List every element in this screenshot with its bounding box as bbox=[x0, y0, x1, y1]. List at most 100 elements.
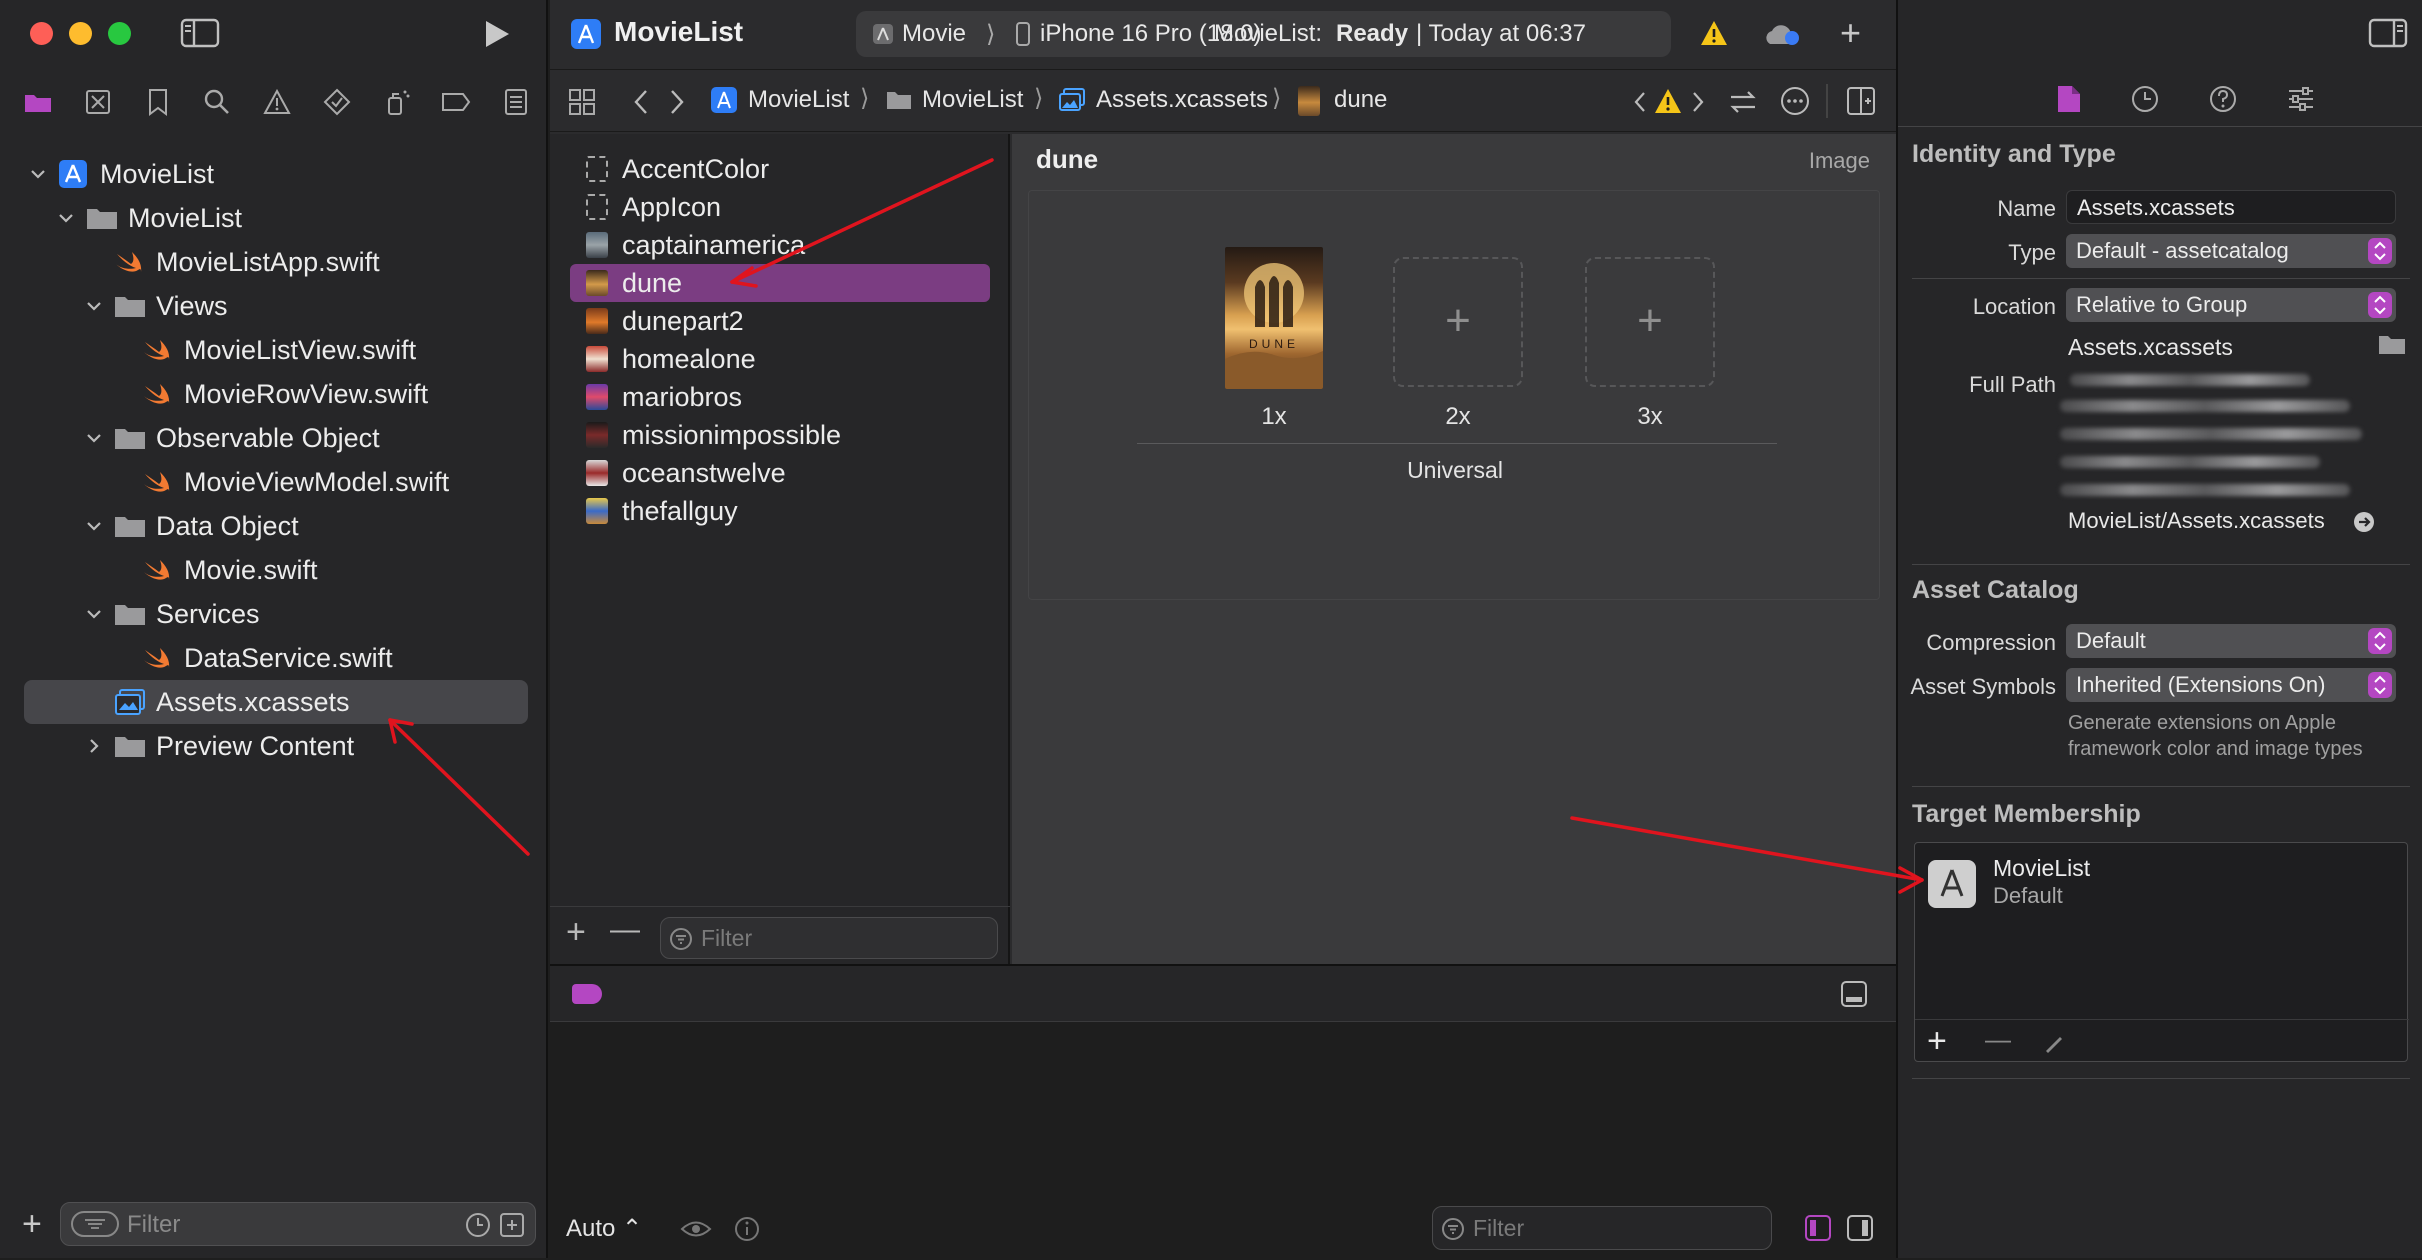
forward-chevron-icon[interactable] bbox=[668, 88, 686, 116]
asset-row[interactable]: homealone bbox=[570, 340, 990, 378]
add-asset-button[interactable]: + bbox=[566, 913, 586, 952]
report-icon[interactable] bbox=[500, 86, 532, 118]
asset-row[interactable]: dunepart2 bbox=[570, 302, 990, 340]
info-icon[interactable] bbox=[734, 1216, 760, 1242]
sidebar-toggle-icon[interactable] bbox=[180, 18, 220, 48]
tree-row-file[interactable]: Movie.swift bbox=[24, 548, 528, 592]
tree-row-file[interactable]: MovieListApp.swift bbox=[24, 240, 528, 284]
name-field[interactable]: Assets.xcassets bbox=[2066, 190, 2396, 224]
run-button[interactable] bbox=[482, 18, 512, 50]
asset-symbols-popup[interactable]: Inherited (Extensions On) bbox=[2066, 668, 2396, 702]
asset-row-selected[interactable]: dune bbox=[570, 264, 990, 302]
asset-filter-field[interactable]: Filter bbox=[660, 917, 998, 959]
tree-row-file[interactable]: MovieViewModel.swift bbox=[24, 460, 528, 504]
chevron-right-icon[interactable] bbox=[86, 738, 102, 754]
tree-row-folder[interactable]: Views bbox=[24, 284, 528, 328]
recent-files-clock-icon[interactable] bbox=[465, 1212, 491, 1238]
console-filter-field[interactable]: Filter bbox=[1432, 1206, 1772, 1250]
tree-row-file[interactable]: MovieListView.swift bbox=[24, 328, 528, 372]
asset-row[interactable]: thefallguy bbox=[570, 492, 990, 530]
remove-asset-button[interactable]: — bbox=[610, 913, 640, 947]
chevron-down-icon[interactable] bbox=[30, 166, 46, 182]
more-options-icon[interactable] bbox=[1780, 86, 1810, 116]
tree-row-folder[interactable]: Services bbox=[24, 592, 528, 636]
breadcrumb-assets[interactable]: Assets.xcassets bbox=[1096, 86, 1268, 114]
library-add-button[interactable]: + bbox=[1840, 12, 1861, 54]
asset-row[interactable]: oceanstwelve bbox=[570, 454, 990, 492]
back-chevron-icon[interactable] bbox=[632, 88, 650, 116]
add-editor-split-icon[interactable] bbox=[1846, 86, 1876, 116]
asset-row[interactable]: captainamerica bbox=[570, 226, 990, 264]
add-file-button[interactable]: + bbox=[22, 1207, 42, 1241]
chevron-down-icon[interactable] bbox=[86, 606, 102, 622]
compression-popup[interactable]: Default bbox=[2066, 624, 2396, 658]
file-inspector-icon[interactable] bbox=[2056, 84, 2082, 114]
chevron-down-icon[interactable] bbox=[86, 518, 102, 534]
scheme-selector[interactable]: Movie bbox=[902, 20, 966, 48]
image-thumbnail-icon bbox=[586, 460, 608, 486]
history-clock-icon[interactable] bbox=[2130, 84, 2160, 114]
search-icon[interactable] bbox=[201, 86, 233, 118]
eye-icon[interactable] bbox=[680, 1218, 712, 1240]
add-target-button[interactable]: + bbox=[1927, 1022, 1947, 1061]
chevron-down-icon[interactable] bbox=[58, 210, 74, 226]
chevron-down-icon[interactable] bbox=[86, 430, 102, 446]
type-popup[interactable]: Default - assetcatalog bbox=[2066, 234, 2396, 268]
next-issue-chevron-icon[interactable] bbox=[1690, 90, 1706, 114]
show-variables-view-icon[interactable] bbox=[1804, 1214, 1832, 1242]
breakpoints-toggle-icon[interactable] bbox=[572, 984, 602, 1004]
asset-row[interactable]: AppIcon bbox=[570, 188, 990, 226]
show-console-view-icon[interactable] bbox=[1846, 1214, 1874, 1242]
minimize-window-button[interactable] bbox=[69, 22, 92, 45]
edit-pencil-icon[interactable] bbox=[2043, 1032, 2065, 1054]
asset-row[interactable]: missionimpossible bbox=[570, 416, 990, 454]
tree-row-folder[interactable]: Observable Object bbox=[24, 416, 528, 460]
location-popup[interactable]: Relative to Group bbox=[2066, 288, 2396, 322]
debug-footer: Auto ⌃ Filter bbox=[550, 1198, 1896, 1260]
folder-icon[interactable] bbox=[22, 86, 54, 118]
close-window-button[interactable] bbox=[30, 22, 53, 45]
attributes-sliders-icon[interactable] bbox=[2286, 84, 2316, 114]
tree-row-folder[interactable]: Preview Content bbox=[24, 724, 528, 768]
source-control-icon[interactable] bbox=[82, 86, 114, 118]
tree-row-folder[interactable]: Data Object bbox=[24, 504, 528, 548]
breadcrumb-asset[interactable]: dune bbox=[1334, 86, 1387, 114]
hide-debug-area-icon[interactable] bbox=[1840, 980, 1868, 1008]
test-diamond-icon[interactable] bbox=[321, 86, 353, 118]
navigator-filter-field[interactable]: Filter bbox=[60, 1202, 536, 1246]
asset-row[interactable]: AccentColor bbox=[570, 150, 990, 188]
warning-icon[interactable] bbox=[1700, 20, 1728, 46]
image-slot-3x[interactable]: + bbox=[1585, 257, 1715, 387]
cloud-toggle-icon[interactable] bbox=[1762, 20, 1802, 48]
variables-scope-selector[interactable]: Auto ⌃ bbox=[566, 1214, 642, 1243]
issue-warning-icon[interactable] bbox=[261, 86, 293, 118]
related-items-grid-icon[interactable] bbox=[568, 88, 596, 116]
inspector-toggle-icon[interactable] bbox=[2368, 18, 2408, 48]
dune-poster-image[interactable]: DUNE bbox=[1225, 247, 1323, 389]
help-question-icon[interactable] bbox=[2208, 84, 2238, 114]
asset-row[interactable]: mariobros bbox=[570, 378, 990, 416]
reveal-in-finder-arrow-icon[interactable] bbox=[2352, 510, 2376, 534]
toolbar: MovieList Movie ⟩ iPhone 16 Pro (18.0) M… bbox=[550, 0, 1896, 70]
breakpoint-icon[interactable] bbox=[440, 86, 472, 118]
bookmark-icon[interactable] bbox=[142, 86, 174, 118]
tree-row-project[interactable]: MovieList bbox=[24, 152, 528, 196]
image-slot-2x[interactable]: + bbox=[1393, 257, 1523, 387]
source-control-filter-icon[interactable] bbox=[499, 1212, 525, 1238]
remove-target-button[interactable]: — bbox=[1985, 1024, 2011, 1055]
breadcrumb-project[interactable]: MovieList bbox=[748, 86, 849, 114]
debug-spray-icon[interactable] bbox=[381, 86, 413, 118]
tree-row-file[interactable]: MovieRowView.swift bbox=[24, 372, 528, 416]
tree-row-file[interactable]: DataService.swift bbox=[24, 636, 528, 680]
tree-row-assets-selected[interactable]: Assets.xcassets bbox=[24, 680, 528, 724]
swap-arrows-icon[interactable] bbox=[1728, 88, 1758, 116]
chevron-down-icon[interactable] bbox=[86, 298, 102, 314]
target-row[interactable]: MovieList Default bbox=[1923, 851, 2399, 917]
breadcrumb-folder[interactable]: MovieList bbox=[922, 86, 1023, 114]
navigator-tab-bar bbox=[22, 86, 532, 118]
zoom-window-button[interactable] bbox=[108, 22, 131, 45]
warning-icon[interactable] bbox=[1654, 88, 1682, 114]
previous-issue-chevron-icon[interactable] bbox=[1632, 90, 1648, 114]
choose-location-folder-icon[interactable] bbox=[2378, 334, 2406, 356]
tree-row-folder[interactable]: MovieList bbox=[24, 196, 528, 240]
